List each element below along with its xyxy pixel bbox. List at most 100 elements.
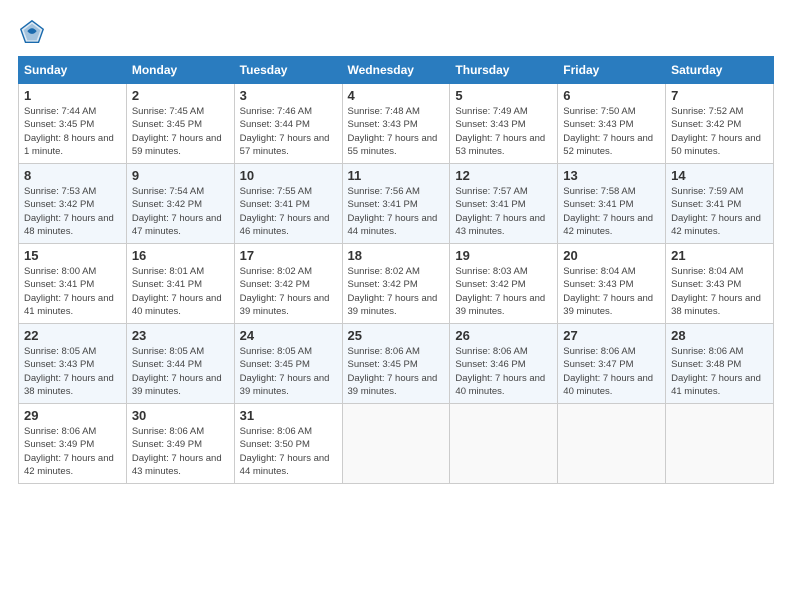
calendar-cell: 19Sunrise: 8:03 AMSunset: 3:42 PMDayligh…	[450, 244, 558, 324]
day-number: 12	[455, 168, 552, 183]
day-detail: Sunrise: 8:06 AMSunset: 3:49 PMDaylight:…	[24, 425, 121, 478]
calendar-cell: 26 Sunrise: 8:06 AMSunset: 3:46 PMDayligh…	[450, 324, 558, 404]
day-number: 15	[24, 248, 121, 263]
calendar-cell: 18 Sunrise: 8:02 AMSunset: 3:42 PMDayligh…	[342, 244, 450, 324]
day-detail: Sunrise: 7:52 AMSunset: 3:42 PMDaylight:…	[671, 105, 768, 158]
day-detail: Sunrise: 7:54 AMSunset: 3:42 PMDaylight:…	[132, 185, 229, 238]
day-number: 18	[348, 248, 445, 263]
day-number: 17	[240, 248, 337, 263]
day-number: 21	[671, 248, 768, 263]
calendar-cell: 3 Sunrise: 7:46 AMSunset: 3:44 PMDaylight…	[234, 84, 342, 164]
calendar-table: SundayMondayTuesdayWednesdayThursdayFrid…	[18, 56, 774, 484]
day-detail: Sunrise: 8:06 AMSunset: 3:47 PMDaylight:…	[563, 345, 660, 398]
logo	[18, 18, 50, 46]
day-number: 4	[348, 88, 445, 103]
weekday-header-wednesday: Wednesday	[342, 57, 450, 84]
calendar-cell: 29 Sunrise: 8:06 AMSunset: 3:49 PMDayligh…	[19, 404, 127, 484]
calendar-cell: 12 Sunrise: 7:57 AMSunset: 3:41 PMDayligh…	[450, 164, 558, 244]
calendar-cell: 22 Sunrise: 8:05 AMSunset: 3:43 PMDayligh…	[19, 324, 127, 404]
day-number: 26	[455, 328, 552, 343]
day-detail: Sunrise: 8:05 AMSunset: 3:44 PMDaylight:…	[132, 345, 229, 398]
day-detail: Sunrise: 7:56 AMSunset: 3:41 PMDaylight:…	[348, 185, 445, 238]
day-detail: Sunrise: 8:02 AMSunset: 3:42 PMDaylight:…	[348, 265, 445, 318]
calendar-cell: 23 Sunrise: 8:05 AMSunset: 3:44 PMDayligh…	[126, 324, 234, 404]
calendar-cell: 5 Sunrise: 7:49 AMSunset: 3:43 PMDaylight…	[450, 84, 558, 164]
day-detail: Sunrise: 8:03 AMSunset: 3:42 PMDaylight:…	[455, 265, 552, 318]
calendar-cell: 1Sunrise: 7:44 AMSunset: 3:45 PMDaylight…	[19, 84, 127, 164]
calendar-cell: 6 Sunrise: 7:50 AMSunset: 3:43 PMDaylight…	[558, 84, 666, 164]
day-detail: Sunrise: 8:00 AMSunset: 3:41 PMDaylight:…	[24, 265, 121, 318]
day-number: 7	[671, 88, 768, 103]
weekday-header-monday: Monday	[126, 57, 234, 84]
calendar-cell: 21 Sunrise: 8:04 AMSunset: 3:43 PMDayligh…	[666, 244, 774, 324]
day-number: 16	[132, 248, 229, 263]
calendar-week-2: 8Sunrise: 7:53 AMSunset: 3:42 PMDaylight…	[19, 164, 774, 244]
day-detail: Sunrise: 7:45 AMSunset: 3:45 PMDaylight:…	[132, 105, 229, 158]
calendar-cell: 30Sunrise: 8:06 AMSunset: 3:49 PMDayligh…	[126, 404, 234, 484]
weekday-header-friday: Friday	[558, 57, 666, 84]
calendar-cell: 27 Sunrise: 8:06 AMSunset: 3:47 PMDayligh…	[558, 324, 666, 404]
day-detail: Sunrise: 8:04 AMSunset: 3:43 PMDaylight:…	[563, 265, 660, 318]
calendar-cell: 11Sunrise: 7:56 AMSunset: 3:41 PMDayligh…	[342, 164, 450, 244]
day-number: 22	[24, 328, 121, 343]
day-number: 25	[348, 328, 445, 343]
calendar-cell: 25 Sunrise: 8:06 AMSunset: 3:45 PMDayligh…	[342, 324, 450, 404]
day-detail: Sunrise: 8:04 AMSunset: 3:43 PMDaylight:…	[671, 265, 768, 318]
day-detail: Sunrise: 8:05 AMSunset: 3:45 PMDaylight:…	[240, 345, 337, 398]
calendar-cell: 9 Sunrise: 7:54 AMSunset: 3:42 PMDaylight…	[126, 164, 234, 244]
calendar-cell: 28 Sunrise: 8:06 AMSunset: 3:48 PMDayligh…	[666, 324, 774, 404]
day-number: 3	[240, 88, 337, 103]
day-number: 2	[132, 88, 229, 103]
day-number: 9	[132, 168, 229, 183]
calendar-cell: 8Sunrise: 7:53 AMSunset: 3:42 PMDaylight…	[19, 164, 127, 244]
day-number: 23	[132, 328, 229, 343]
day-number: 27	[563, 328, 660, 343]
calendar-cell	[450, 404, 558, 484]
calendar-week-5: 29 Sunrise: 8:06 AMSunset: 3:49 PMDayligh…	[19, 404, 774, 484]
day-number: 10	[240, 168, 337, 183]
logo-icon	[18, 18, 46, 46]
calendar-cell: 10Sunrise: 7:55 AMSunset: 3:41 PMDayligh…	[234, 164, 342, 244]
calendar-week-4: 22 Sunrise: 8:05 AMSunset: 3:43 PMDayligh…	[19, 324, 774, 404]
calendar-cell: 31 Sunrise: 8:06 AMSunset: 3:50 PMDayligh…	[234, 404, 342, 484]
day-detail: Sunrise: 7:49 AMSunset: 3:43 PMDaylight:…	[455, 105, 552, 158]
weekday-header-sunday: Sunday	[19, 57, 127, 84]
calendar-cell	[558, 404, 666, 484]
day-detail: Sunrise: 7:46 AMSunset: 3:44 PMDaylight:…	[240, 105, 337, 158]
weekday-header-thursday: Thursday	[450, 57, 558, 84]
calendar-week-3: 15 Sunrise: 8:00 AMSunset: 3:41 PMDayligh…	[19, 244, 774, 324]
calendar-cell: 14Sunrise: 7:59 AMSunset: 3:41 PMDayligh…	[666, 164, 774, 244]
day-number: 29	[24, 408, 121, 423]
day-number: 6	[563, 88, 660, 103]
calendar-cell	[666, 404, 774, 484]
day-number: 28	[671, 328, 768, 343]
day-detail: Sunrise: 8:06 AMSunset: 3:45 PMDaylight:…	[348, 345, 445, 398]
day-detail: Sunrise: 8:06 AMSunset: 3:49 PMDaylight:…	[132, 425, 229, 478]
calendar-cell: 16 Sunrise: 8:01 AMSunset: 3:41 PMDayligh…	[126, 244, 234, 324]
page: SundayMondayTuesdayWednesdayThursdayFrid…	[0, 0, 792, 494]
calendar-cell: 24 Sunrise: 8:05 AMSunset: 3:45 PMDayligh…	[234, 324, 342, 404]
day-detail: Sunrise: 8:01 AMSunset: 3:41 PMDaylight:…	[132, 265, 229, 318]
weekday-header-tuesday: Tuesday	[234, 57, 342, 84]
day-detail: Sunrise: 7:48 AMSunset: 3:43 PMDaylight:…	[348, 105, 445, 158]
day-detail: Sunrise: 8:06 AMSunset: 3:46 PMDaylight:…	[455, 345, 552, 398]
calendar-cell: 20 Sunrise: 8:04 AMSunset: 3:43 PMDayligh…	[558, 244, 666, 324]
day-number: 5	[455, 88, 552, 103]
day-number: 24	[240, 328, 337, 343]
calendar-week-1: 1Sunrise: 7:44 AMSunset: 3:45 PMDaylight…	[19, 84, 774, 164]
day-detail: Sunrise: 7:59 AMSunset: 3:41 PMDaylight:…	[671, 185, 768, 238]
day-detail: Sunrise: 8:02 AMSunset: 3:42 PMDaylight:…	[240, 265, 337, 318]
day-detail: Sunrise: 7:50 AMSunset: 3:43 PMDaylight:…	[563, 105, 660, 158]
calendar-cell: 15 Sunrise: 8:00 AMSunset: 3:41 PMDayligh…	[19, 244, 127, 324]
day-detail: Sunrise: 7:57 AMSunset: 3:41 PMDaylight:…	[455, 185, 552, 238]
weekday-header-saturday: Saturday	[666, 57, 774, 84]
day-number: 20	[563, 248, 660, 263]
day-detail: Sunrise: 8:06 AMSunset: 3:50 PMDaylight:…	[240, 425, 337, 478]
day-number: 31	[240, 408, 337, 423]
day-detail: Sunrise: 8:05 AMSunset: 3:43 PMDaylight:…	[24, 345, 121, 398]
calendar-cell	[342, 404, 450, 484]
day-number: 1	[24, 88, 121, 103]
calendar-cell: 2 Sunrise: 7:45 AMSunset: 3:45 PMDaylight…	[126, 84, 234, 164]
day-number: 8	[24, 168, 121, 183]
day-detail: Sunrise: 8:06 AMSunset: 3:48 PMDaylight:…	[671, 345, 768, 398]
